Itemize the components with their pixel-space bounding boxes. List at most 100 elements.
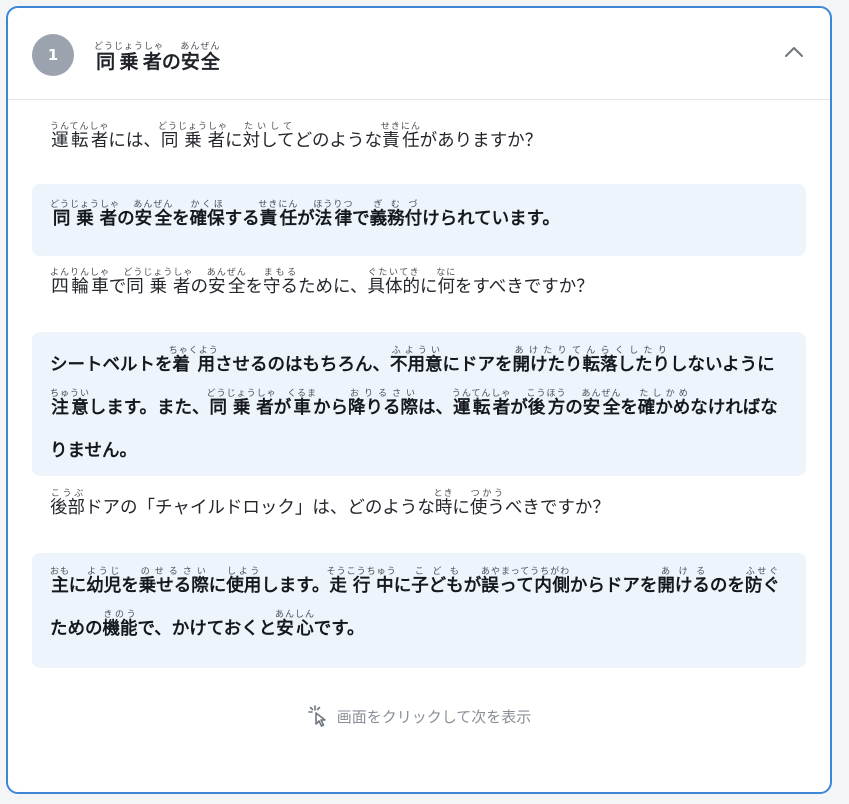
furigana-base: 降りる際 [348, 398, 419, 418]
text-segment: します。また、 [88, 398, 210, 418]
furigana-word: 安全あんぜん [180, 42, 221, 73]
text-segment: の [190, 277, 208, 297]
furigana-base: 義務付 [369, 209, 423, 229]
furigana-reading: まもる [262, 268, 298, 278]
furigana-reading: あんぜん [133, 200, 174, 210]
furigana-reading: どうじょうしゃ [50, 200, 121, 210]
furigana-reading: のせるさい [138, 567, 209, 577]
furigana-reading: ふせぐ [744, 567, 780, 577]
text-segment: で、かけておくと [137, 619, 277, 639]
furigana-word: 使用しよう [226, 567, 261, 596]
furigana-base: 注意 [50, 398, 91, 418]
text-segment: がありますか？ [419, 131, 543, 151]
furigana-reading: こども [411, 567, 464, 577]
furigana-word: 確保かくほ [190, 200, 225, 229]
furigana-base: 安心 [275, 619, 316, 639]
furigana-base: 責任 [258, 209, 299, 229]
text-segment: シートベルトを [50, 355, 173, 375]
furigana-reading: あんぜん [206, 268, 247, 278]
furigana-word: 誤って内側あやまってうちがわ [480, 567, 571, 596]
answer-text: シートベルトを着用ちゃくようさせるのはもちろん、不用意ふよういにドアを開けたり転… [50, 344, 788, 473]
furigana-reading: つかう [469, 489, 505, 499]
text-segment: に [393, 576, 412, 596]
furigana-word: 使うつかう [469, 489, 505, 518]
furigana-reading: あんしん [275, 610, 316, 620]
text-segment: させるのはもちろん、 [215, 355, 391, 375]
furigana-word: 注意ちゅうい [50, 389, 91, 418]
furigana-word: 同乗者どうじょうしゃ [207, 389, 277, 418]
text-segment: の [117, 209, 135, 229]
click-cursor-icon [307, 705, 326, 727]
furigana-base: 主 [50, 576, 70, 596]
furigana-word: 防ぐふせぐ [744, 567, 780, 596]
question-1: 運転者うんてんしゃには、同乗者どうじょうしゃに対してたいしてどのような責任せきに… [50, 122, 790, 154]
furigana-reading: どうじょうしゃ [206, 389, 277, 399]
furigana-base: 子ども [411, 576, 464, 596]
question-text: 四輪車よんりんしゃで同乗者どうじょうしゃの安全あんぜんを守るまもるために、具体的… [50, 268, 790, 300]
answer-2: シートベルトを着用ちゃくようさせるのはもちろん、不用意ふよういにドアを開けたり転… [32, 332, 806, 476]
furigana-base: 時 [433, 498, 454, 518]
furigana-reading: うんてんしゃ [50, 122, 110, 132]
collapse-button[interactable] [780, 38, 808, 66]
text-segment: をすべきですか？ [454, 277, 594, 297]
furigana-reading: おも [50, 567, 71, 577]
furigana-word: 開けるあける [657, 567, 710, 596]
furigana-word: 後方こうほう [526, 389, 566, 418]
furigana-base: 安全 [581, 398, 622, 418]
furigana-base: 後部 [50, 498, 85, 518]
furigana-base: 同乗者 [50, 209, 120, 229]
step-number: 1 [47, 46, 59, 64]
text-segment: に [225, 131, 243, 151]
question-text: 後部こうぶドアの「チャイルドロック」は、どのような時ときに使うつかうべきですか？ [50, 489, 790, 521]
furigana-reading: あやまってうちがわ [480, 567, 571, 577]
furigana-base: 何 [436, 277, 457, 297]
furigana-base: 責任 [380, 131, 421, 151]
text-segment: に [68, 576, 87, 596]
furigana-reading: どうじょうしゃ [157, 122, 228, 132]
furigana-word: 幼児ようじ [86, 567, 121, 596]
furigana-base: 防ぐ [744, 576, 780, 596]
furigana-word: 開けたり転落したりあけたりてんらくしたり [513, 346, 671, 375]
text-segment: の [161, 51, 181, 73]
furigana-reading: おりるさい [348, 389, 418, 399]
furigana-word: 何なに [436, 268, 457, 297]
text-segment: に [419, 277, 438, 297]
furigana-word: 後部こうぶ [50, 489, 85, 518]
furigana-reading: しよう [226, 567, 262, 577]
furigana-base: 不用意 [390, 355, 443, 375]
furigana-base: 着用 [168, 355, 219, 375]
furigana-reading: たいして [242, 122, 295, 132]
furigana-base: 使う [469, 498, 505, 518]
text-segment: を [172, 209, 190, 229]
furigana-word: 法律ほうりつ [313, 200, 354, 229]
furigana-base: 安全 [180, 51, 221, 73]
furigana-reading: あける [657, 567, 710, 577]
furigana-word: 運転者うんてんしゃ [452, 389, 512, 418]
furigana-reading: どうじょうしゃ [94, 42, 165, 52]
furigana-reading: たしかめ [637, 389, 691, 399]
furigana-word: 同乗者どうじょうしゃ [50, 200, 120, 229]
furigana-reading: なに [436, 268, 457, 278]
furigana-word: 不用意ふようい [390, 346, 443, 375]
text-segment: です。 [313, 619, 365, 639]
furigana-word: 車くるま [287, 389, 317, 418]
furigana-word: 着用ちゃくよう [169, 346, 219, 375]
text-segment: する [224, 209, 260, 229]
text-segment: にドアを [442, 355, 513, 375]
furigana-reading: せきにん [258, 200, 299, 210]
text-segment: からドアを [569, 576, 658, 596]
text-segment: ための [50, 619, 103, 639]
furigana-reading: ちゃくよう [168, 346, 219, 356]
furigana-base: 法律 [313, 209, 354, 229]
furigana-base: 誤って内側 [480, 576, 571, 596]
furigana-word: 安全あんぜん [581, 389, 622, 418]
furigana-base: 開ける [657, 576, 710, 596]
card-header[interactable]: 1 同乗者どうじょうしゃの安全あんぜん [8, 8, 830, 100]
furigana-base: 確かめ [637, 398, 691, 418]
furigana-reading: かくほ [189, 200, 225, 210]
furigana-reading: どうじょうしゃ [123, 268, 194, 278]
furigana-word: 四輪車よんりんしゃ [50, 268, 110, 297]
furigana-base: 安全 [206, 277, 247, 297]
next-hint[interactable]: 画面をクリックして次を表示 [8, 705, 830, 727]
text-segment: べきですか？ [504, 498, 610, 518]
